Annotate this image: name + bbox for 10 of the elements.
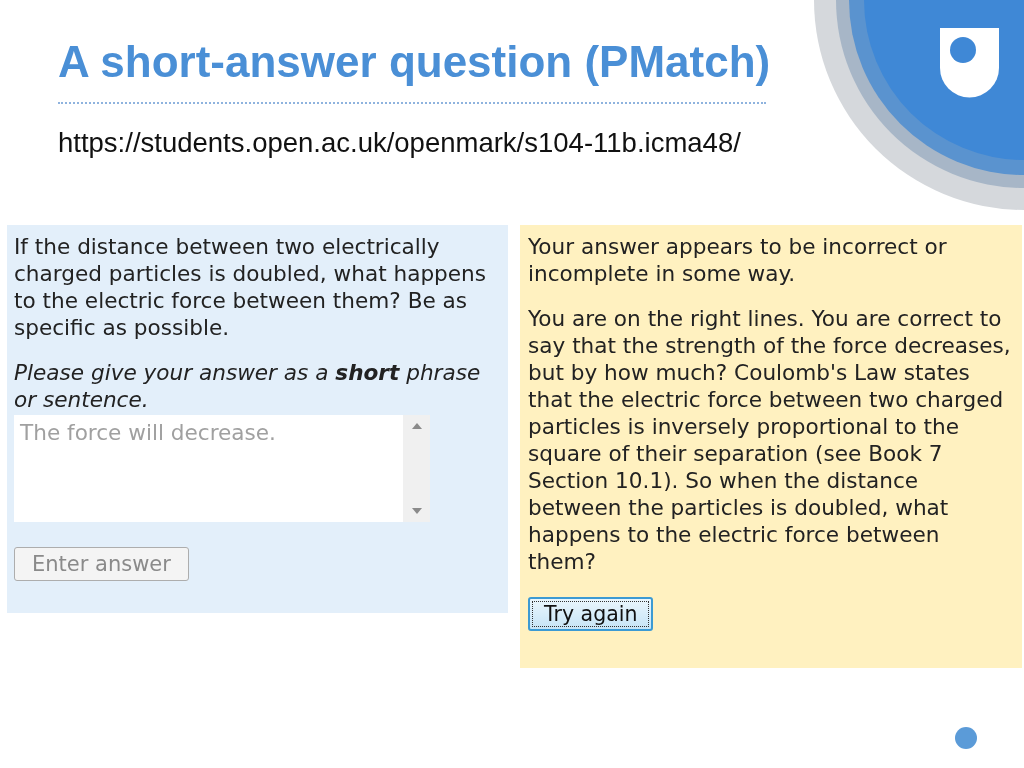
instruction-text: Please give your answer as a short phrase or sentence.: [14, 359, 482, 414]
scroll-up-icon[interactable]: [411, 423, 422, 430]
try-again-button[interactable]: Try again: [528, 597, 654, 632]
url-text: https://students.open.ac.uk/openmark/s104-11b.icma48/: [58, 126, 741, 160]
slide-title: A short-answer question (PMatch): [58, 40, 772, 84]
feedback-text: You are on the right lines. You are correct to say that the strength of the force decreases, but by how much? Coulomb's Law states that the electric force between two charged particles is inversely proportional to the square of their separation (see Book 7 Section 10.1). So when the distance between the particles is doubled, what happens to the electric force between them?: [528, 305, 1012, 576]
dot-icon: [955, 727, 977, 749]
scroll-down-icon[interactable]: [411, 508, 422, 515]
question-text: If the distance between two electrically charged particles is doubled, what happens to the electric force between them? Be as specific as possible.: [14, 233, 487, 342]
feedback-summary: Your answer appears to be incorrect or incomplete in some way.: [528, 233, 948, 288]
